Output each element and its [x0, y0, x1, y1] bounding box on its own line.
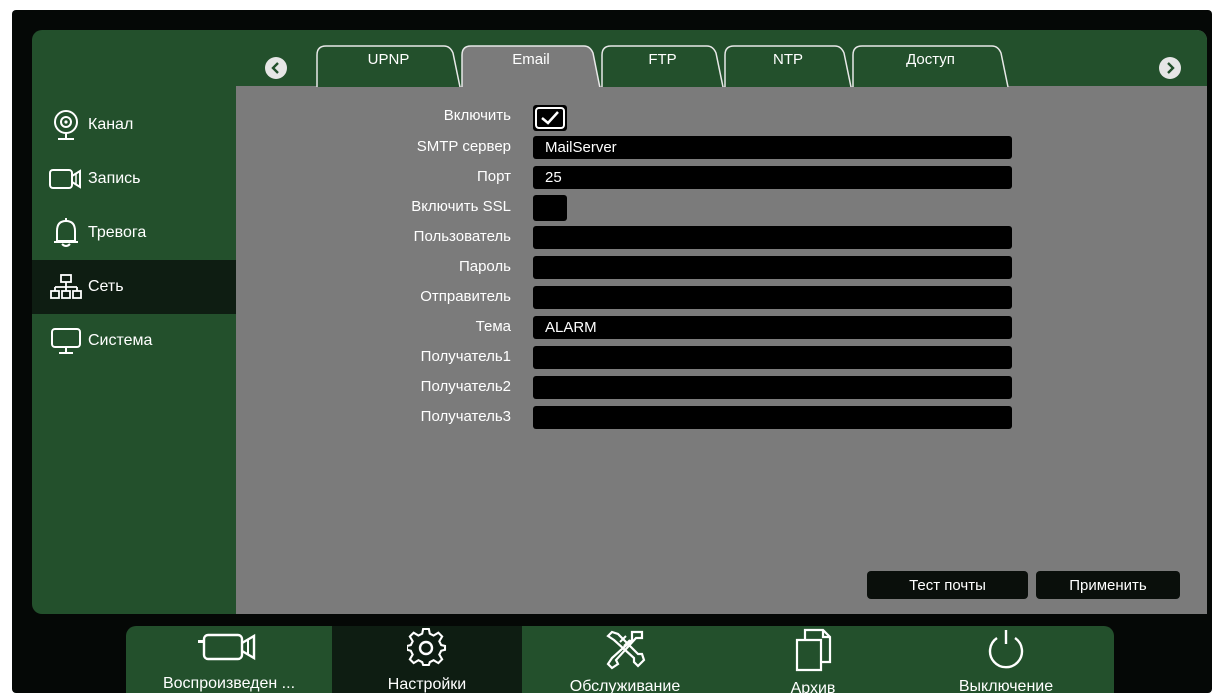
ssl-checkbox[interactable]	[533, 195, 567, 221]
video-camera-icon	[49, 162, 83, 196]
recipient2-label: Получатель2	[420, 378, 511, 395]
recipient3-label: Получатель3	[420, 408, 511, 425]
sidebar-item-label: Сеть	[88, 278, 124, 295]
recipient3-input[interactable]	[533, 406, 1012, 429]
test-mail-button[interactable]: Тест почты	[867, 571, 1028, 599]
smtp-row: SMTP сервер	[236, 136, 511, 160]
sidebar-item-label: Система	[88, 332, 153, 349]
bottom-item-label: Обслуживание	[569, 678, 681, 693]
recipient1-label: Получатель1	[420, 348, 511, 365]
tab-ntp[interactable]: NTP	[724, 43, 852, 87]
sender-input[interactable]	[533, 286, 1012, 309]
sidebar-item-label: Запись	[88, 170, 141, 187]
sender-row: Отправитель	[236, 286, 511, 310]
password-label: Пароль	[458, 258, 511, 275]
subject-input[interactable]: ALARM	[533, 316, 1012, 339]
password-row: Пароль	[236, 256, 511, 280]
sidebar-item-channel[interactable]: Канал	[32, 98, 236, 152]
port-row: Порт	[236, 166, 511, 190]
bottom-bar: Воспроизведен ... Настройки Обслуживание…	[126, 626, 1114, 693]
sidebar-item-label: Тревога	[88, 224, 147, 241]
bottom-item-shutdown[interactable]: Выключение	[898, 626, 1114, 693]
smtp-server-input[interactable]: MailServer	[533, 136, 1012, 159]
network-icon	[49, 270, 83, 304]
bell-icon	[49, 216, 83, 250]
sidebar-item-system[interactable]: Система	[32, 314, 236, 368]
bottom-item-label: Воспроизведен ...	[162, 675, 296, 692]
tab-ftp[interactable]: FTP	[601, 43, 724, 87]
sidebar-item-network[interactable]: Сеть	[32, 260, 236, 314]
bottom-item-label: Выключение	[958, 678, 1054, 693]
port-input[interactable]: 25	[533, 166, 1012, 189]
monitor-icon	[49, 324, 83, 358]
camera-icon	[49, 108, 83, 142]
bottom-item-archive[interactable]: Архив	[728, 626, 898, 693]
tab-upnp[interactable]: UPNP	[316, 43, 461, 87]
password-input[interactable]	[533, 256, 1012, 279]
recipient1-input[interactable]	[533, 346, 1012, 369]
files-icon	[793, 628, 833, 672]
sender-label: Отправитель	[420, 288, 511, 305]
subject-row: Тема	[236, 316, 511, 340]
ssl-label: Включить SSL	[411, 198, 511, 215]
bottom-item-playback[interactable]: Воспроизведен ...	[126, 626, 332, 693]
user-input[interactable]	[533, 226, 1012, 249]
subject-label: Тема	[475, 318, 511, 335]
bottom-item-label: Архив	[790, 680, 836, 693]
user-label: Пользователь	[413, 228, 511, 245]
video-camera-icon	[196, 628, 262, 667]
recipient3-row: Получатель3	[236, 406, 511, 430]
port-label: Порт	[476, 168, 511, 185]
recipient1-row: Получатель1	[236, 346, 511, 370]
bottom-item-label: Настройки	[387, 676, 467, 693]
recipient2-row: Получатель2	[236, 376, 511, 400]
bottom-item-maintenance[interactable]: Обслуживание	[522, 626, 728, 693]
user-row: Пользователь	[236, 226, 511, 250]
tab-prev-button[interactable]	[265, 57, 287, 79]
bottom-item-settings[interactable]: Настройки	[332, 626, 522, 693]
enable-label: Включить	[443, 107, 511, 124]
tab-bar: UPNP Email FTP NTP Доступ	[236, 30, 1207, 87]
tab-access[interactable]: Доступ	[852, 43, 1009, 87]
enable-row: Включить	[236, 105, 511, 129]
gear-icon	[407, 628, 447, 668]
chevron-right-icon	[1167, 62, 1175, 74]
recipient2-input[interactable]	[533, 376, 1012, 399]
enable-checkbox[interactable]	[533, 105, 567, 131]
power-icon	[984, 628, 1028, 670]
ssl-row: Включить SSL	[236, 196, 511, 220]
smtp-server-label: SMTP сервер	[416, 138, 511, 155]
chevron-left-icon	[271, 62, 279, 74]
sidebar-item-alarm[interactable]: Тревога	[32, 206, 236, 260]
tab-email[interactable]: Email	[461, 43, 601, 87]
sidebar: Канал Запись Тревога Сеть Система	[32, 30, 236, 614]
sidebar-item-record[interactable]: Запись	[32, 152, 236, 206]
checkmark-icon	[535, 107, 565, 129]
tools-icon	[604, 628, 646, 670]
apply-button[interactable]: Применить	[1036, 571, 1180, 599]
main-panel: UPNP Email FTP NTP Доступ Включить SMTP …	[236, 30, 1207, 614]
sidebar-item-label: Канал	[88, 116, 134, 133]
screen: Канал Запись Тревога Сеть Система UPNP E…	[0, 0, 1219, 693]
tab-next-button[interactable]	[1159, 57, 1181, 79]
